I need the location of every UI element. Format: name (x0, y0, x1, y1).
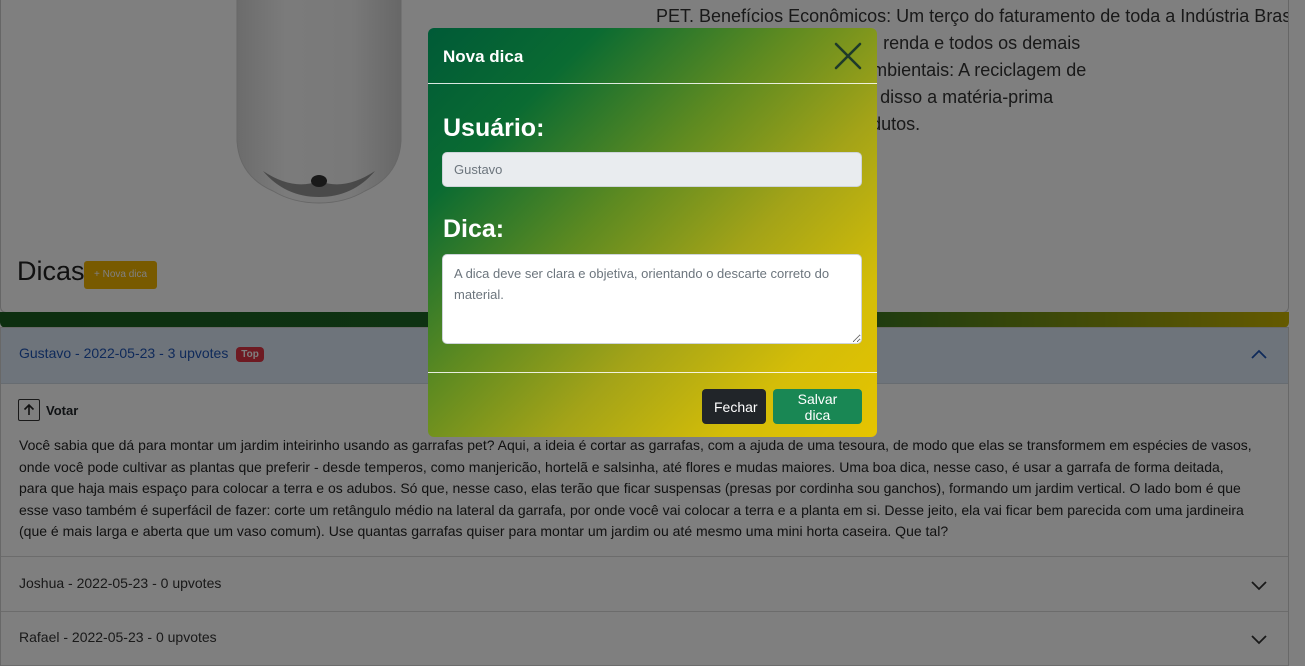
modal-header: Nova dica (428, 28, 877, 84)
close-button[interactable]: Fechar (702, 389, 766, 424)
user-label: Usuário: (443, 114, 545, 142)
save-tip-button[interactable]: Salvar dica (773, 389, 862, 424)
user-field[interactable] (442, 152, 862, 187)
close-icon[interactable] (833, 41, 863, 71)
modal-title: Nova dica (443, 47, 524, 66)
tip-label: Dica: (443, 215, 505, 243)
new-tip-modal: Nova dica Usuário: Dica: Fechar Salvar d… (428, 28, 877, 437)
tip-textarea[interactable] (442, 254, 862, 344)
modal-footer: Fechar Salvar dica (428, 372, 877, 437)
